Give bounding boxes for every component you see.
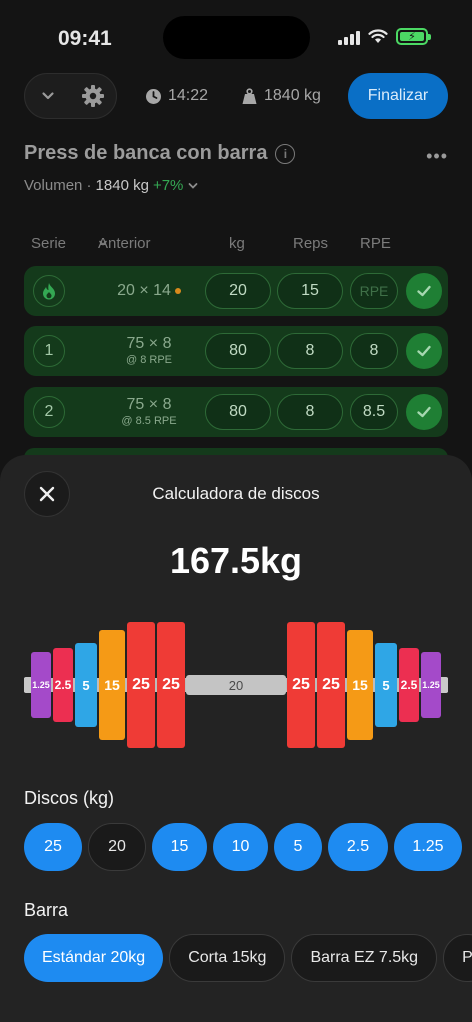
- rpe-input[interactable]: RPE: [350, 273, 398, 309]
- disc-chip-2.5[interactable]: 2.5: [328, 823, 388, 871]
- flame-icon: [43, 283, 55, 300]
- kg-input[interactable]: 80: [205, 394, 271, 430]
- plate-left-5: 5: [75, 643, 97, 727]
- bar-chip-1[interactable]: Estándar 20kg: [24, 934, 164, 982]
- plate-right-25: 25: [317, 622, 345, 748]
- previous-value: 75 × 8 @ 8 RPE: [94, 335, 204, 366]
- volume-label: Volumen ·: [24, 177, 92, 194]
- weight-icon: [242, 87, 257, 104]
- set-row-2: 2 75 × 8 @ 8.5 RPE 80 8 8.5: [24, 387, 448, 437]
- disc-options: 25 20 15 10 5 2.5 1.25: [24, 823, 462, 871]
- status-icons: ⚡: [338, 28, 431, 45]
- elapsed-time: 14:22: [145, 87, 208, 105]
- plate-right-5: 5: [375, 643, 397, 727]
- reps-input[interactable]: 8: [277, 394, 343, 430]
- checkmark-icon: [417, 406, 431, 418]
- elapsed-time-value: 14:22: [168, 87, 209, 104]
- bar-options: Estándar 20kg Corta 15kg Barra EZ 7.5kg P: [24, 934, 472, 982]
- previous-rpe: @ 8 RPE: [125, 354, 172, 366]
- info-icon[interactable]: i: [275, 143, 296, 164]
- total-weight: 167.5kg: [169, 540, 303, 581]
- complete-set-button[interactable]: [406, 394, 442, 430]
- header-previous[interactable]: Anterior: [98, 235, 151, 252]
- status-bar: 09:41 ⚡: [0, 0, 472, 78]
- set-table-header: Serie Anterior kg Reps RPE: [24, 235, 448, 255]
- disc-chip-20[interactable]: 20: [88, 823, 146, 871]
- header-kg: kg: [229, 235, 245, 252]
- plate-left-1.25: 1.25: [31, 652, 51, 718]
- bar-label: 20: [186, 675, 286, 695]
- set-number-badge[interactable]: 1: [33, 335, 65, 367]
- reps-input[interactable]: 15: [277, 273, 343, 309]
- plate-left-2.5: 2.5: [53, 648, 73, 722]
- set-number-badge[interactable]: 2: [33, 396, 65, 428]
- kg-input[interactable]: 80: [205, 333, 271, 369]
- chevron-down-icon: [42, 92, 54, 100]
- cellular-signal-icon: [338, 29, 360, 45]
- header-previous-label: Anterior: [98, 235, 151, 252]
- plate-left-25: 25: [157, 622, 185, 748]
- warmup-badge[interactable]: [33, 275, 65, 307]
- wifi-icon: [368, 29, 388, 43]
- complete-set-button[interactable]: [406, 273, 442, 309]
- status-time: 09:41: [58, 27, 112, 50]
- toolbar-controls: [24, 73, 117, 119]
- disc-chip-1.25[interactable]: 1.25: [394, 823, 462, 871]
- previous-rpe: @ 8.5 RPE: [121, 415, 177, 427]
- gear-icon: [82, 85, 105, 107]
- finish-workout-button[interactable]: Finalizar: [348, 73, 448, 119]
- set-row-1: 1 75 × 8 @ 8 RPE 80 8 8: [24, 326, 448, 376]
- set-row-warmup: 20 × 14 20 15 RPE: [24, 266, 448, 316]
- note-dot: [174, 287, 181, 294]
- total-volume: 1840 kg: [241, 87, 321, 105]
- plate-right-25: 25: [287, 622, 315, 748]
- disc-chip-25[interactable]: 25: [24, 823, 82, 871]
- collapse-button[interactable]: [25, 89, 71, 103]
- workout-toolbar: 14:22 1840 kg Finalizar: [24, 73, 448, 121]
- bar-chip-2[interactable]: Corta 15kg: [169, 934, 286, 982]
- volume-value: 1840 kg: [95, 177, 149, 194]
- rpe-input[interactable]: 8: [350, 333, 398, 369]
- previous-value: 20 × 14: [94, 282, 204, 300]
- disc-chip-5[interactable]: 5: [274, 823, 322, 871]
- disc-chip-10[interactable]: 10: [213, 823, 268, 871]
- total-volume-value: 1840 kg: [264, 87, 321, 104]
- exercise-name: Press de banca con barra: [24, 142, 268, 164]
- header-reps: Reps: [293, 235, 329, 252]
- plate-left-25: 25: [127, 622, 155, 748]
- header-set: Serie: [31, 235, 67, 252]
- disc-chip-15[interactable]: 15: [152, 823, 207, 871]
- rpe-input[interactable]: 8.5: [350, 394, 398, 430]
- checkmark-icon: [417, 285, 431, 297]
- exercise-volume[interactable]: Volumen · 1840 kg +7%: [24, 177, 199, 194]
- plate-calculator-sheet: Calculadora de discos 167.5kg 20 25 25 25 2…: [0, 455, 472, 1022]
- complete-set-button[interactable]: [406, 333, 442, 369]
- exercise-title[interactable]: Press de banca con barra i: [24, 142, 296, 165]
- plate-right-2.5: 2.5: [399, 648, 419, 722]
- previous-main: 75 × 8: [126, 396, 172, 413]
- dynamic-island: [163, 16, 310, 59]
- bar-chip-3[interactable]: Barra EZ 7.5kg: [291, 934, 438, 982]
- checkmark-icon: [417, 345, 431, 357]
- previous-value: 75 × 8 @ 8.5 RPE: [94, 396, 204, 427]
- header-rpe: RPE: [360, 235, 391, 252]
- more-options-icon[interactable]: •••: [426, 146, 448, 167]
- discs-label: Discos (kg): [24, 788, 115, 808]
- barbell-visual: 20 25 25 25 25 15 15 5 5 2.5 2.5 1.25 1.25: [0, 615, 472, 755]
- volume-delta: +7%: [152, 177, 184, 194]
- clock-icon: [146, 88, 161, 104]
- bar-section-label: Barra: [24, 900, 69, 920]
- battery-icon: ⚡: [396, 28, 431, 45]
- plate-right-1.25: 1.25: [421, 652, 441, 718]
- settings-button[interactable]: [71, 84, 117, 108]
- bar-chip-4[interactable]: P: [443, 934, 472, 982]
- previous-main: 20 × 14: [117, 282, 171, 299]
- kg-input[interactable]: 20: [205, 273, 271, 309]
- plate-left-15: 15: [99, 630, 125, 740]
- plate-right-15: 15: [347, 630, 373, 740]
- chevron-down-icon: [188, 182, 198, 189]
- sheet-title: Calculadora de discos: [152, 484, 320, 503]
- previous-main: 75 × 8: [126, 335, 172, 352]
- reps-input[interactable]: 8: [277, 333, 343, 369]
